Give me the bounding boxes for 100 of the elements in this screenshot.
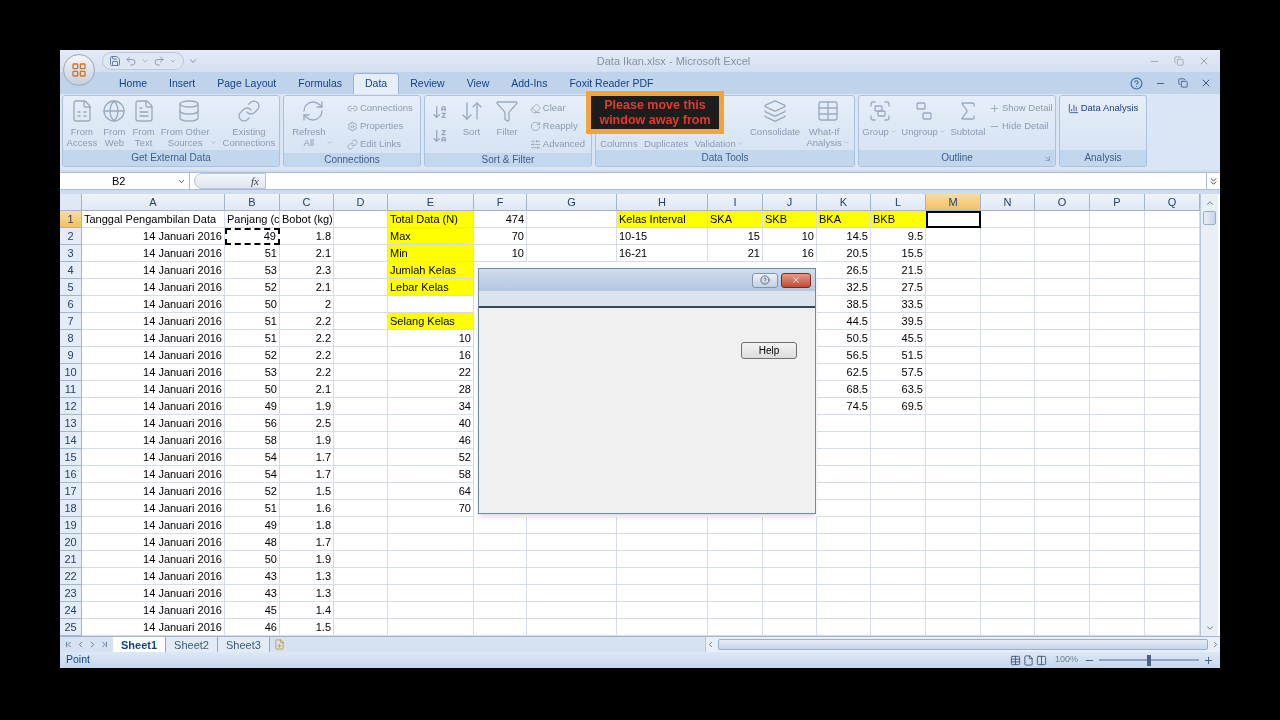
table-cell: 14 Januari 2016 (82, 534, 225, 551)
table-cell: 53 (225, 262, 280, 279)
table-cell: 45 (225, 602, 280, 619)
table-cell: 40 (388, 415, 474, 432)
table-cell: 51 (225, 245, 280, 262)
table-cell: 21 (708, 245, 763, 262)
table-cell: 54 (225, 466, 280, 483)
table-cell: 63.5 (871, 381, 926, 398)
table-cell: 10-15 (617, 228, 708, 245)
table-cell: 70 (474, 228, 527, 245)
status-mode: Point (66, 652, 90, 668)
table-cell: 14 Januari 2016 (82, 279, 225, 296)
table-cell: 2.3 (280, 262, 334, 279)
table-cell: SKB (763, 211, 817, 228)
table-cell: 14 Januari 2016 (82, 432, 225, 449)
table-cell: BKB (871, 211, 926, 228)
group-label: Analysis (1084, 151, 1122, 165)
table-cell: 15.5 (871, 245, 926, 262)
table-cell: 14 Januari 2016 (82, 347, 225, 364)
table-cell: Total Data (N) (388, 211, 474, 228)
table-cell: BKA (817, 211, 871, 228)
table-cell: 10 (763, 228, 817, 245)
table-cell: 14 Januari 2016 (82, 585, 225, 602)
table-cell: 57.5 (871, 364, 926, 381)
table-cell: 39.5 (871, 313, 926, 330)
table-cell: Max (388, 228, 474, 245)
table-cell: 14.5 (817, 228, 871, 245)
table-cell: 49 (225, 228, 280, 245)
table-cell: 2.2 (280, 313, 334, 330)
table-cell: 2.2 (280, 330, 334, 347)
table-cell: 32.5 (817, 279, 871, 296)
table-cell: 14 Januari 2016 (82, 228, 225, 245)
table-cell: 1.9 (280, 432, 334, 449)
table-cell: 51 (225, 500, 280, 517)
table-cell: 52 (225, 483, 280, 500)
table-cell: 62.5 (817, 364, 871, 381)
table-cell: 51.5 (871, 347, 926, 364)
table-cell: 14 Januari 2016 (82, 398, 225, 415)
table-cell: 44.5 (817, 313, 871, 330)
table-cell: 16 (388, 347, 474, 364)
table-cell: 50 (225, 296, 280, 313)
table-cell: SKA (708, 211, 763, 228)
table-cell: 14 Januari 2016 (82, 483, 225, 500)
table-cell: 16-21 (617, 245, 708, 262)
group-label: Connections (324, 153, 380, 167)
table-cell: 2.1 (280, 381, 334, 398)
table-cell: 21.5 (871, 262, 926, 279)
table-cell: 14 Januari 2016 (82, 245, 225, 262)
table-cell: 16 (763, 245, 817, 262)
table-cell: 68.5 (817, 381, 871, 398)
table-cell: 46 (388, 432, 474, 449)
table-cell: 43 (225, 568, 280, 585)
table-cell: 38.5 (817, 296, 871, 313)
table-cell: 474 (474, 211, 527, 228)
table-cell: 50 (225, 551, 280, 568)
table-cell: 45.5 (871, 330, 926, 347)
table-cell: 14 Januari 2016 (82, 330, 225, 347)
table-cell: 2.5 (280, 415, 334, 432)
table-cell: 53 (225, 364, 280, 381)
table-cell: Bobot (kg) (280, 211, 334, 228)
table-cell: 28 (388, 381, 474, 398)
table-cell: 2.1 (280, 279, 334, 296)
table-cell: 26.5 (817, 262, 871, 279)
table-cell: Min (388, 245, 474, 262)
table-cell: Selang Kelas (388, 313, 474, 330)
table-cell: 2.2 (280, 347, 334, 364)
table-cell: 54 (225, 449, 280, 466)
table-cell: 1.7 (280, 534, 334, 551)
group-label: Sort & Filter (481, 153, 535, 167)
table-cell: 10 (388, 330, 474, 347)
table-cell: 50 (225, 381, 280, 398)
table-cell: 14 Januari 2016 (82, 449, 225, 466)
table-cell: 34 (388, 398, 474, 415)
table-cell: 14 Januari 2016 (82, 313, 225, 330)
table-cell: 1.3 (280, 585, 334, 602)
table-cell: 14 Januari 2016 (82, 466, 225, 483)
table-cell: 22 (388, 364, 474, 381)
table-cell: 1.6 (280, 500, 334, 517)
table-cell: 64 (388, 483, 474, 500)
table-cell: 70 (388, 500, 474, 517)
window-title: Data Ikan.xlsx - Microsoft Excel (596, 53, 751, 69)
table-cell: 14 Januari 2016 (82, 500, 225, 517)
table-cell: 1.9 (280, 551, 334, 568)
zoom-level: 100% (1054, 653, 1078, 667)
table-cell: 2.1 (280, 245, 334, 262)
table-cell: 1.5 (280, 483, 334, 500)
table-cell: 15 (708, 228, 763, 245)
table-cell: 20.5 (817, 245, 871, 262)
table-cell: Lebar Kelas (388, 279, 474, 296)
table-cell: 1.4 (280, 602, 334, 619)
table-cell: 14 Januari 2016 (82, 296, 225, 313)
table-cell: 52 (225, 279, 280, 296)
table-cell: 14 Januari 2016 (82, 415, 225, 432)
table-cell: 52 (225, 347, 280, 364)
table-cell: 69.5 (871, 398, 926, 415)
table-cell: 56 (225, 415, 280, 432)
table-cell: 74.5 (817, 398, 871, 415)
table-cell: 9.5 (871, 228, 926, 245)
table-cell: 1.7 (280, 466, 334, 483)
table-cell: 49 (225, 517, 280, 534)
